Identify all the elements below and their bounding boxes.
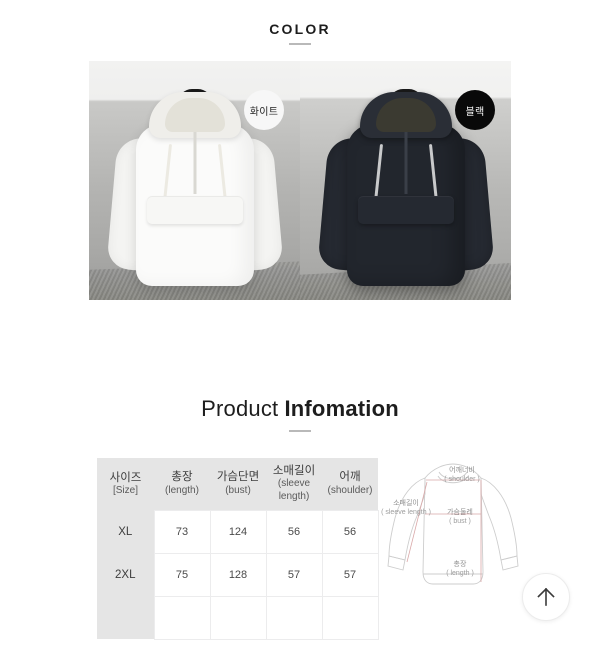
- col-header-size-en: [Size]: [112, 484, 138, 496]
- size-chart-head: 사이즈 [Size] 총장 (length) 가슴단면 (bust) 소매길이 …: [97, 458, 378, 510]
- color-badge-white: 화이트: [244, 90, 284, 130]
- color-badge-black: 블랙: [455, 90, 495, 130]
- scroll-to-top-button[interactable]: [522, 573, 570, 621]
- diagram-label-bust: 가슴둘레 ( bust ): [429, 508, 491, 527]
- col-header-sleeve-en: (sleeve length): [277, 478, 311, 502]
- cell-size-empty: [97, 596, 154, 639]
- product-photo-black[interactable]: 블랙: [300, 61, 511, 300]
- col-header-bust: 가슴단면 (bust): [210, 458, 266, 510]
- diagram-label-length-en: ( length ): [446, 570, 474, 578]
- cell-shoulder: 57: [321, 552, 379, 597]
- diagram-label-shoulder-en: ( shoulder ): [444, 476, 480, 484]
- arrow-up-icon: [537, 587, 555, 606]
- color-badge-white-label: 화이트: [249, 106, 279, 118]
- color-section-heading: COLOR: [269, 21, 331, 37]
- col-header-shoulder-kr: 어깨: [339, 471, 361, 484]
- size-chart-table: 사이즈 [Size] 총장 (length) 가슴단면 (bust) 소매길이 …: [97, 458, 379, 640]
- jacket-half-zip: [404, 132, 407, 194]
- heading-word-infomation: Infomation: [284, 396, 399, 421]
- col-header-sleeve: 소매길이 (sleeve length): [266, 458, 322, 510]
- size-chart-body: XL 73 124 56 56 2XL 75 128 57 57: [97, 509, 379, 640]
- cell-size: 2XL: [97, 553, 154, 596]
- jacket-kangaroo-pocket: [146, 196, 243, 224]
- col-header-length-en: (length): [165, 484, 199, 496]
- heading-word-product: Product: [201, 396, 279, 421]
- col-header-size: 사이즈 [Size]: [97, 458, 154, 510]
- col-header-shoulder-en: (shoulder): [327, 484, 373, 496]
- product-photo-white[interactable]: 화이트: [89, 61, 300, 300]
- diagram-label-length: 총장 ( length ): [429, 560, 491, 579]
- measurement-diagram: 어깨너비 ( shoulder ) 가슴둘레 ( bust ) 소매길이 ( s…: [381, 452, 523, 632]
- diagram-label-sleeve-kr: 소매길이: [393, 500, 419, 507]
- cell-empty: [209, 595, 267, 640]
- cell-bust: 128: [209, 552, 267, 597]
- diagram-label-bust-kr: 가슴둘레: [447, 509, 473, 516]
- diagram-label-sleeve: 소매길이 ( sleeve length ): [375, 499, 437, 518]
- table-row: XL 73 124 56 56: [97, 509, 379, 554]
- jacket-half-zip: [193, 132, 196, 194]
- table-row-empty: [97, 595, 379, 640]
- col-header-bust-en: (bust): [225, 484, 251, 496]
- cell-length: 75: [153, 552, 211, 597]
- cell-sleeve: 56: [265, 509, 323, 554]
- product-information-divider: [289, 430, 311, 432]
- cell-empty: [265, 595, 323, 640]
- diagram-label-sleeve-en: ( sleeve length ): [381, 509, 431, 517]
- cell-sleeve: 57: [265, 552, 323, 597]
- color-badge-black-label: 블랙: [465, 106, 485, 118]
- diagram-label-bust-en: ( bust ): [449, 518, 471, 526]
- col-header-length-kr: 총장: [171, 471, 193, 484]
- cell-empty: [153, 595, 211, 640]
- col-header-sleeve-kr: 소매길이: [272, 465, 316, 478]
- cell-shoulder: 56: [321, 509, 379, 554]
- color-heading-divider: [289, 43, 311, 45]
- cell-bust: 124: [209, 509, 267, 554]
- cell-length: 73: [153, 509, 211, 554]
- product-information-heading: Product Infomation: [0, 396, 600, 422]
- jacket-kangaroo-pocket: [357, 196, 454, 224]
- diagram-label-shoulder: 어깨너비 ( shoulder ): [431, 466, 493, 485]
- table-row: 2XL 75 128 57 57: [97, 552, 379, 597]
- color-photo-gallery: 화이트 블랙: [89, 61, 511, 300]
- col-header-bust-kr: 가슴단면: [216, 471, 260, 484]
- cell-size: XL: [97, 510, 154, 553]
- diagram-label-length-kr: 총장: [453, 561, 467, 568]
- diagram-label-shoulder-kr: 어깨너비: [449, 467, 475, 474]
- col-header-length: 총장 (length): [154, 458, 210, 510]
- product-detail-page: COLOR 화이트 블랙 Product Infomation 사이즈 [Siz…: [0, 0, 600, 663]
- col-header-size-kr: 사이즈: [109, 471, 142, 484]
- col-header-shoulder: 어깨 (shoulder): [322, 458, 378, 510]
- cell-empty: [321, 595, 379, 640]
- size-chart-header-row: 사이즈 [Size] 총장 (length) 가슴단면 (bust) 소매길이 …: [97, 458, 378, 510]
